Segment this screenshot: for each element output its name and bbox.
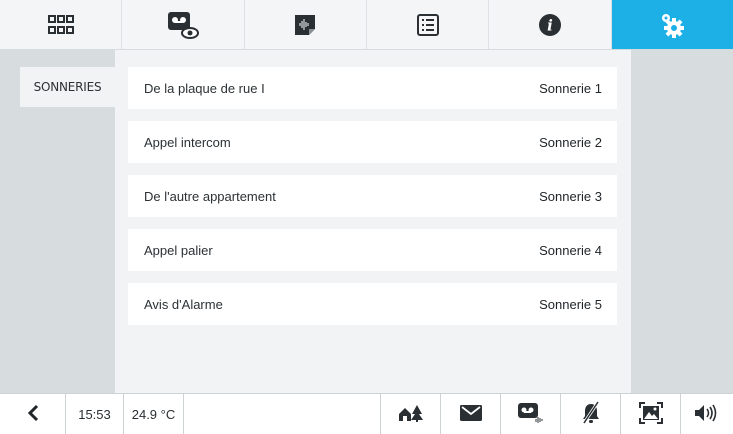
video-message-icon bbox=[166, 10, 200, 40]
back-chevron-icon bbox=[26, 404, 40, 425]
mail-button[interactable] bbox=[441, 394, 501, 434]
tab-voice-memo[interactable] bbox=[245, 0, 367, 49]
screen-icon bbox=[638, 401, 663, 427]
apps-grid-icon bbox=[47, 14, 74, 35]
do-not-disturb-button[interactable] bbox=[561, 394, 621, 434]
clock: 15:53 bbox=[66, 394, 124, 434]
ringtone-value: Sonnerie 3 bbox=[539, 188, 602, 204]
tab-list[interactable] bbox=[367, 0, 490, 49]
do-not-disturb-icon bbox=[581, 400, 601, 428]
settings-gears-icon bbox=[658, 11, 686, 39]
ringtone-value: Sonnerie 1 bbox=[539, 80, 602, 96]
ringtone-row-intercom[interactable]: Appel intercom Sonnerie 2 bbox=[128, 121, 617, 163]
answering-machine-icon bbox=[517, 402, 545, 427]
tab-apps[interactable] bbox=[0, 0, 123, 49]
ringtone-row-alarm[interactable]: Avis d'Alarme Sonnerie 5 bbox=[128, 283, 617, 325]
home-away-button[interactable] bbox=[381, 394, 441, 434]
ringtone-value: Sonnerie 4 bbox=[539, 242, 602, 258]
ringtone-value: Sonnerie 5 bbox=[539, 296, 602, 312]
back-button[interactable] bbox=[0, 394, 66, 434]
home-away-icon bbox=[398, 404, 424, 425]
ringtone-label: Appel intercom bbox=[144, 134, 231, 150]
svg-text:i: i bbox=[547, 16, 553, 34]
sidebar-item-label: SONNERIES bbox=[33, 80, 102, 94]
tab-video-messages[interactable] bbox=[122, 0, 245, 49]
ringtone-row-other-apartment[interactable]: De l'autre appartement Sonnerie 3 bbox=[128, 175, 617, 217]
ringtone-label: Avis d'Alarme bbox=[144, 296, 223, 312]
main-panel: SONNERIES De la plaque de rue I Sonnerie… bbox=[0, 50, 733, 393]
info-icon: i bbox=[538, 13, 562, 37]
top-tab-bar: i bbox=[0, 0, 733, 50]
ringtone-row-landing-call[interactable]: Appel palier Sonnerie 4 bbox=[128, 229, 617, 271]
ringtone-label: Appel palier bbox=[144, 242, 213, 258]
ringtone-value: Sonnerie 2 bbox=[539, 134, 602, 150]
ringtone-list: De la plaque de rue I Sonnerie 1 Appel i… bbox=[128, 67, 617, 337]
list-icon bbox=[416, 13, 439, 36]
answering-machine-button[interactable] bbox=[501, 394, 561, 434]
sidebar: SONNERIES bbox=[0, 50, 115, 393]
temperature: 24.9 °C bbox=[124, 394, 184, 434]
tab-settings[interactable] bbox=[611, 0, 733, 49]
sidebar-item-sonneries[interactable]: SONNERIES bbox=[20, 67, 115, 107]
volume-icon bbox=[694, 404, 720, 425]
right-panel bbox=[631, 50, 733, 393]
screen-button[interactable] bbox=[621, 394, 681, 434]
mail-icon bbox=[459, 404, 482, 424]
ringtone-label: De la plaque de rue I bbox=[144, 80, 265, 96]
ringtone-label: De l'autre appartement bbox=[144, 188, 276, 204]
status-spacer bbox=[184, 394, 381, 434]
time-text: 15:53 bbox=[78, 406, 111, 422]
status-bar: 15:53 24.9 °C bbox=[0, 393, 733, 434]
volume-button[interactable] bbox=[681, 394, 733, 434]
temperature-text: 24.9 °C bbox=[131, 406, 176, 422]
tab-info[interactable]: i bbox=[489, 0, 612, 49]
voice-memo-icon bbox=[293, 13, 317, 37]
ringtone-row-street-plate[interactable]: De la plaque de rue I Sonnerie 1 bbox=[128, 67, 617, 109]
